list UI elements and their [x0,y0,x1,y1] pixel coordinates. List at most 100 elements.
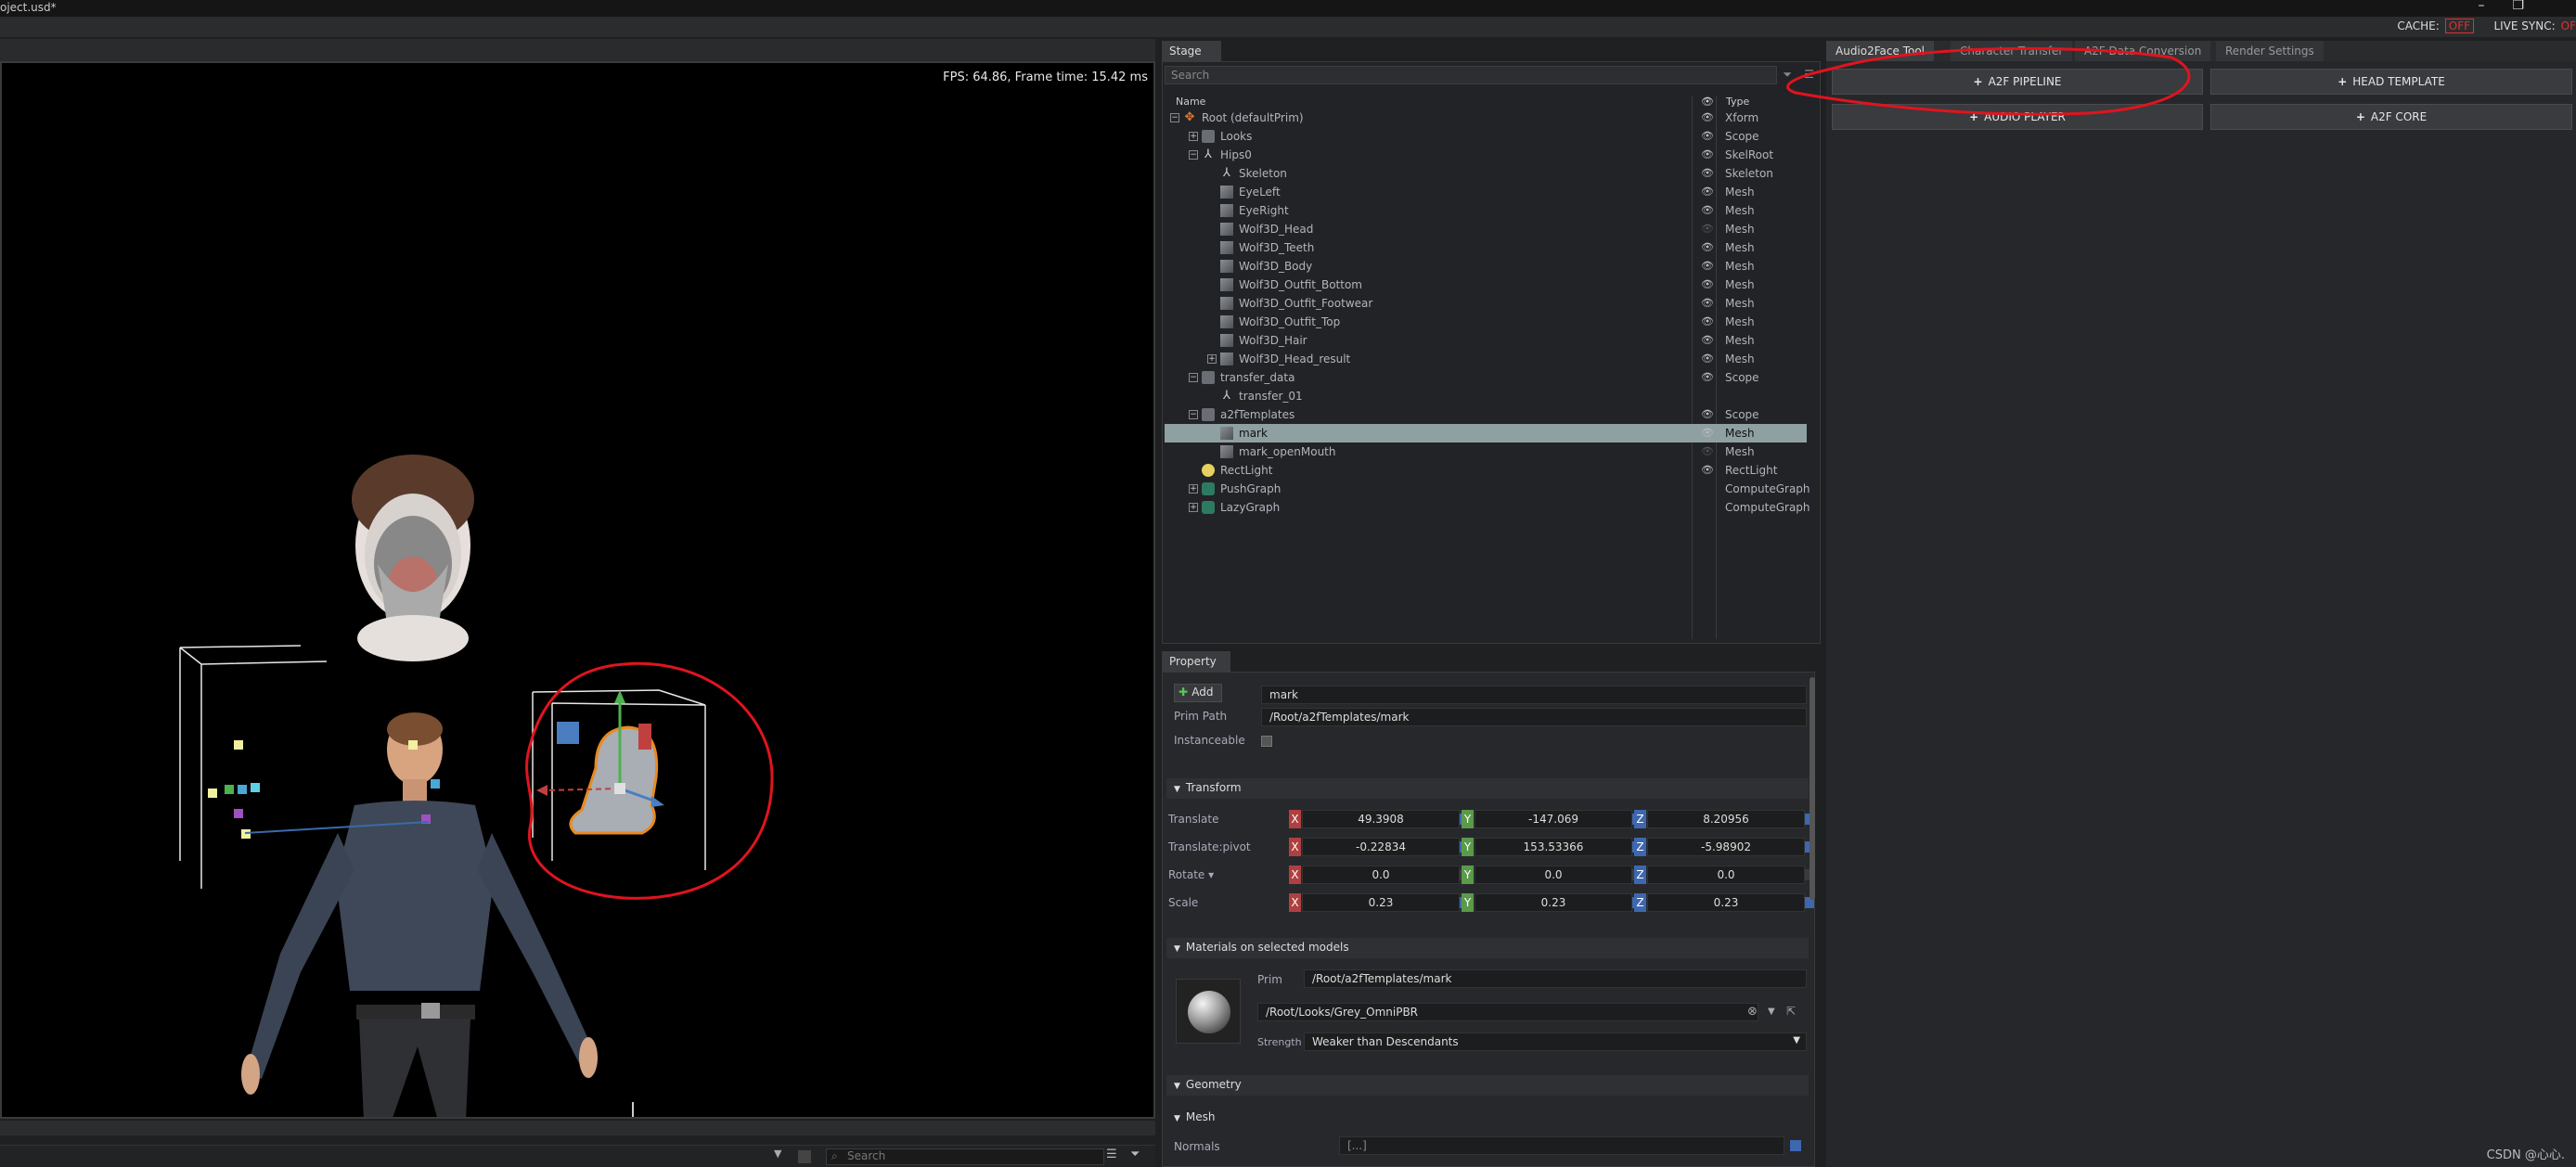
visibility-eye-icon[interactable]: 👁 [1701,445,1714,457]
filter-icon[interactable]: ⏷ [1783,68,1792,82]
live-sync-status[interactable]: LIVE SYNC: OF [2493,19,2576,32]
a2f-pipeline-button[interactable]: + A2F PIPELINE [1832,69,2203,95]
column-name-header[interactable]: Name [1176,96,1205,108]
scale-y-field[interactable]: 0.23 [1475,893,1632,912]
transform-section-header[interactable]: ▼ Transform [1166,778,1809,799]
navigate-to-material-icon[interactable]: ⇱ [1786,1005,1796,1018]
clear-icon[interactable]: ⊗ [1747,1005,1758,1019]
geometry-section-header[interactable]: ▼ Geometry [1166,1075,1809,1096]
expand-icon[interactable]: + [1189,503,1198,512]
visibility-eye-icon[interactable]: 👁 [1701,260,1714,272]
stage-row[interactable]: EyeRight 👁 Mesh [1165,201,1807,220]
selected-mark-model[interactable] [536,690,664,835]
stage-row[interactable]: ⅄ transfer_01 [1165,387,1807,405]
pivot-y-field[interactable]: 153.53366 [1475,838,1632,856]
visibility-eye-icon[interactable]: 👁 [1701,278,1714,290]
stage-row[interactable]: EyeLeft 👁 Mesh [1165,183,1807,201]
tab-property[interactable]: Property [1162,651,1230,672]
content-search-input[interactable]: ⌕ Search [826,1148,1104,1165]
visibility-eye-icon[interactable]: 👁 [1701,111,1714,123]
tab-stage[interactable]: Stage [1162,41,1221,61]
strength-select[interactable]: Weaker than Descendants ▼ [1304,1032,1807,1051]
tab-character-transfer[interactable]: Character Transfer [1951,41,2073,61]
stage-row[interactable]: Wolf3D_Head 👁 Mesh [1165,220,1807,238]
viewport-scene[interactable] [2,63,1155,1119]
stage-row[interactable]: Wolf3D_Outfit_Top 👁 Mesh [1165,313,1807,331]
visibility-eye-icon[interactable]: 👁 [1701,353,1714,365]
stage-row[interactable]: − ✥ Root (defaultPrim) 👁 Xform [1165,109,1807,127]
materials-section-header[interactable]: ▼ Materials on selected models [1166,938,1809,958]
tab-audio2face-tool[interactable]: Audio2Face Tool [1826,41,1934,61]
translate-y-field[interactable]: -147.069 [1475,810,1632,828]
pivot-x-field[interactable]: -0.22834 [1302,838,1460,856]
prim-path-field[interactable]: /Root/a2fTemplates/mark [1261,708,1807,726]
stage-row[interactable]: − ⅄ Hips0 👁 SkelRoot [1165,146,1807,164]
visibility-eye-icon[interactable]: 👁 [1701,186,1714,198]
window-controls[interactable]: –❐ [2478,0,2552,13]
list-menu-icon[interactable]: ☰ [1106,1148,1117,1161]
material-prim-field[interactable]: /Root/a2fTemplates/mark [1304,969,1807,988]
tab-render-settings[interactable]: Render Settings [2216,41,2324,61]
stage-row[interactable]: − transfer_data 👁 Scope [1165,368,1807,387]
scale-z-field[interactable]: 0.23 [1647,893,1805,912]
collapse-icon[interactable]: − [1170,113,1179,122]
collapse-icon[interactable]: − [1189,410,1198,419]
visibility-eye-icon[interactable]: 👁 [1701,297,1714,309]
restore-icon[interactable]: ❐ [2512,0,2552,13]
cache-toggle[interactable]: OFF [2444,19,2474,33]
expand-icon[interactable]: + [1189,132,1198,141]
head-template-button[interactable]: + HEAD TEMPLATE [2210,69,2572,95]
visibility-eye-icon[interactable]: 👁 [1701,464,1714,476]
stage-row[interactable]: mark 👁 Mesh [1165,424,1807,442]
dropdown-arrow-icon[interactable]: ▼ [1768,1007,1775,1017]
mesh-subsection-header[interactable]: ▼ Mesh [1174,1110,1216,1123]
stage-row[interactable]: Wolf3D_Teeth 👁 Mesh [1165,238,1807,257]
checkbox-icon[interactable] [798,1150,811,1163]
tab-a2f-data-conversion[interactable]: A2F Data Conversion [2075,41,2211,61]
collapse-icon[interactable]: − [1189,373,1198,382]
visibility-eye-icon[interactable]: 👁 [1701,241,1714,253]
stage-row[interactable]: ⅄ Skeleton 👁 Skeleton [1165,164,1807,183]
expand-icon[interactable]: + [1207,354,1217,364]
stage-row[interactable]: mark_openMouth 👁 Mesh [1165,442,1807,461]
visibility-eye-icon[interactable]: 👁 [1701,148,1714,160]
stage-row[interactable]: − a2fTemplates 👁 Scope [1165,405,1807,424]
a2f-core-button[interactable]: + A2F CORE [2210,104,2572,130]
visibility-eye-icon[interactable]: 👁 [1701,315,1714,327]
visibility-eye-icon[interactable]: 👁 [1701,408,1714,420]
filter-icon[interactable]: ⏷ [1130,1148,1140,1161]
pivot-z-field[interactable]: -5.98902 [1647,838,1805,856]
live-sync-toggle[interactable]: OF [2561,19,2576,32]
rotate-z-field[interactable]: 0.0 [1647,866,1805,884]
visibility-eye-icon[interactable]: 👁 [1701,427,1714,439]
normals-field[interactable]: [...] [1339,1136,1784,1155]
scale-x-field[interactable]: 0.23 [1302,893,1460,912]
translate-z-field[interactable]: 8.20956 [1647,810,1805,828]
rotate-x-field[interactable]: 0.0 [1302,866,1460,884]
stage-row[interactable]: + Wolf3D_Head_result 👁 Mesh [1165,350,1807,368]
stage-row[interactable]: Wolf3D_Outfit_Bottom 👁 Mesh [1165,276,1807,294]
stage-row[interactable]: Wolf3D_Outfit_Footwear 👁 Mesh [1165,294,1807,313]
stage-options-icon[interactable]: ☰ [1804,68,1814,81]
audio-player-button[interactable]: + AUDIO PLAYER [1832,104,2203,130]
add-property-button[interactable]: ✚ Add [1174,684,1222,702]
visibility-eye-icon[interactable]: 👁 [1701,334,1714,346]
translate-x-field[interactable]: 49.3908 [1302,810,1460,828]
stage-row[interactable]: + LazyGraph ComputeGraph [1165,498,1810,517]
viewport[interactable]: FPS: 64.86, Frame time: 15.42 ms [0,61,1155,1119]
collapse-icon[interactable]: − [1189,150,1198,160]
column-type-header[interactable]: Type [1726,96,1749,108]
visibility-eye-icon[interactable]: 👁 [1701,167,1714,179]
minimize-icon[interactable]: – [2478,0,2512,13]
visibility-eye-icon[interactable]: 👁 [1701,371,1714,383]
stage-row[interactable]: Wolf3D_Hair 👁 Mesh [1165,331,1807,350]
instanceable-checkbox[interactable] [1261,736,1272,747]
stage-row[interactable]: + PushGraph ComputeGraph [1165,480,1810,498]
prim-name-field[interactable]: mark [1261,686,1807,704]
property-scrollbar[interactable] [1810,677,1815,900]
stage-row[interactable]: RectLight 👁 RectLight [1165,461,1807,480]
dropdown-arrow-icon[interactable]: ▼ [774,1148,781,1160]
stage-row[interactable]: Wolf3D_Body 👁 Mesh [1165,257,1807,276]
visibility-eye-icon[interactable]: 👁 [1701,130,1714,142]
keyframe-icon[interactable] [1790,1140,1801,1151]
